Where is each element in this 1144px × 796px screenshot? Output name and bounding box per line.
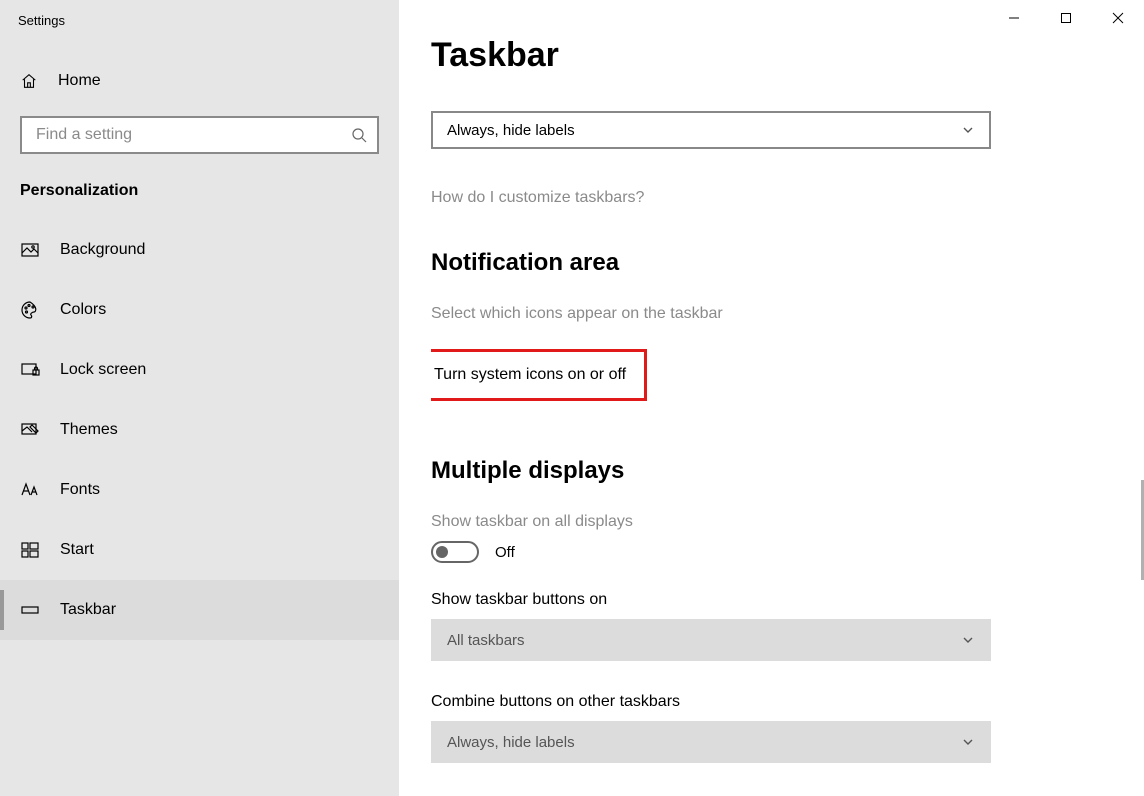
window-controls (988, 0, 1144, 36)
palette-icon (20, 300, 40, 320)
sidebar-item-label: Themes (60, 421, 118, 439)
sidebar-item-label: Background (60, 241, 145, 259)
taskbar-icon (20, 600, 40, 620)
themes-icon (20, 420, 40, 440)
dropdown-value: All taskbars (447, 632, 525, 649)
lock-screen-icon (20, 360, 40, 380)
combine-buttons-dropdown[interactable]: Always, hide labels (431, 111, 991, 149)
sidebar-item-label: Lock screen (60, 361, 146, 379)
show-all-toggle[interactable] (431, 541, 479, 563)
maximize-button[interactable] (1040, 0, 1092, 36)
help-link[interactable]: How do I customize taskbars? (431, 189, 644, 207)
search-box (20, 116, 379, 154)
app-title: Settings (0, 0, 399, 60)
sidebar-home[interactable]: Home (0, 60, 399, 102)
toggle-knob (436, 546, 448, 558)
combine-other-dropdown[interactable]: Always, hide labels (431, 721, 991, 763)
toggle-status: Off (495, 544, 515, 561)
start-icon (20, 540, 40, 560)
sidebar-item-start[interactable]: Start (0, 520, 399, 580)
content-pane: Taskbar Always, hide labels How do I cus… (399, 0, 1144, 796)
page-title: Taskbar (431, 36, 1112, 75)
show-buttons-dropdown[interactable]: All taskbars (431, 619, 991, 661)
dropdown-value: Always, hide labels (447, 122, 575, 139)
sidebar-item-label: Taskbar (60, 601, 116, 619)
notification-heading: Notification area (431, 249, 1112, 277)
picture-icon (20, 240, 40, 260)
sidebar-item-label: Fonts (60, 481, 100, 499)
dropdown-value: Always, hide labels (447, 734, 575, 751)
sidebar-item-label: Start (60, 541, 94, 559)
show-all-label: Show taskbar on all displays (431, 513, 1112, 531)
system-icons-link[interactable]: Turn system icons on or off (434, 366, 626, 384)
show-buttons-label: Show taskbar buttons on (431, 591, 1112, 609)
chevron-down-icon (961, 735, 975, 749)
minimize-button[interactable] (988, 0, 1040, 36)
combine-other-label: Combine buttons on other taskbars (431, 693, 1112, 711)
sidebar-item-taskbar[interactable]: Taskbar (0, 580, 399, 640)
sidebar-item-themes[interactable]: Themes (0, 400, 399, 460)
fonts-icon (20, 480, 40, 500)
sidebar: Settings Home Personalization Background (0, 0, 399, 796)
highlight-box: Turn system icons on or off (431, 349, 647, 401)
sidebar-home-label: Home (58, 72, 101, 90)
sidebar-item-background[interactable]: Background (0, 220, 399, 280)
sidebar-section-label: Personalization (0, 154, 399, 220)
sidebar-item-fonts[interactable]: Fonts (0, 460, 399, 520)
home-icon (20, 72, 38, 90)
sidebar-item-colors[interactable]: Colors (0, 280, 399, 340)
close-button[interactable] (1092, 0, 1144, 36)
select-icons-link[interactable]: Select which icons appear on the taskbar (431, 305, 723, 323)
chevron-down-icon (961, 123, 975, 137)
search-input[interactable] (20, 116, 379, 154)
search-icon (351, 127, 367, 143)
sidebar-item-lock-screen[interactable]: Lock screen (0, 340, 399, 400)
chevron-down-icon (961, 633, 975, 647)
sidebar-item-label: Colors (60, 301, 106, 319)
multiple-displays-heading: Multiple displays (431, 457, 1112, 485)
